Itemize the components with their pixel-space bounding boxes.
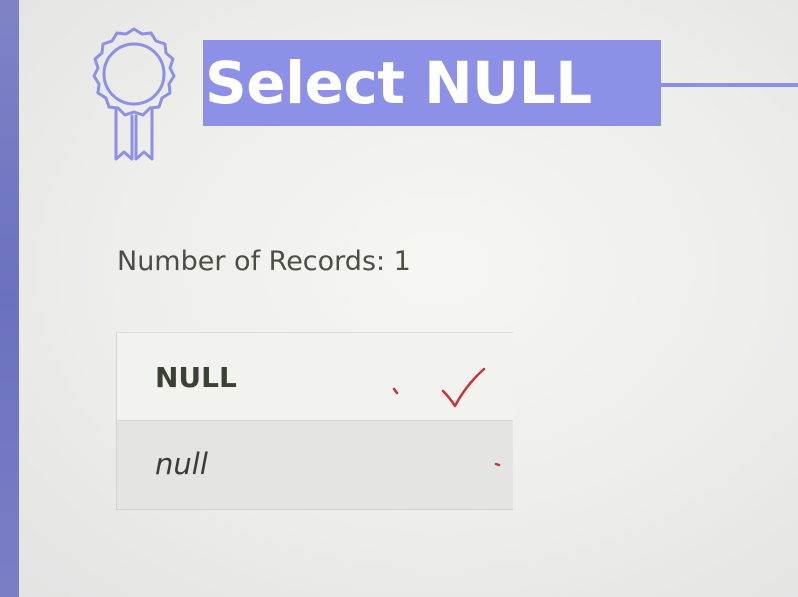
title-divider bbox=[661, 83, 798, 87]
award-badge-icon bbox=[92, 27, 176, 161]
table-row: null bbox=[117, 421, 513, 509]
result-table: NULL null bbox=[116, 332, 513, 510]
page-title-highlight: Select NULL bbox=[203, 40, 661, 126]
table-cell: null bbox=[155, 447, 208, 481]
table-header-row: NULL bbox=[117, 333, 513, 421]
record-count: Number of Records: 1 bbox=[117, 246, 411, 277]
page-title: Select NULL bbox=[205, 49, 592, 117]
left-accent-bar bbox=[0, 0, 19, 597]
column-header-null: NULL bbox=[155, 361, 237, 394]
